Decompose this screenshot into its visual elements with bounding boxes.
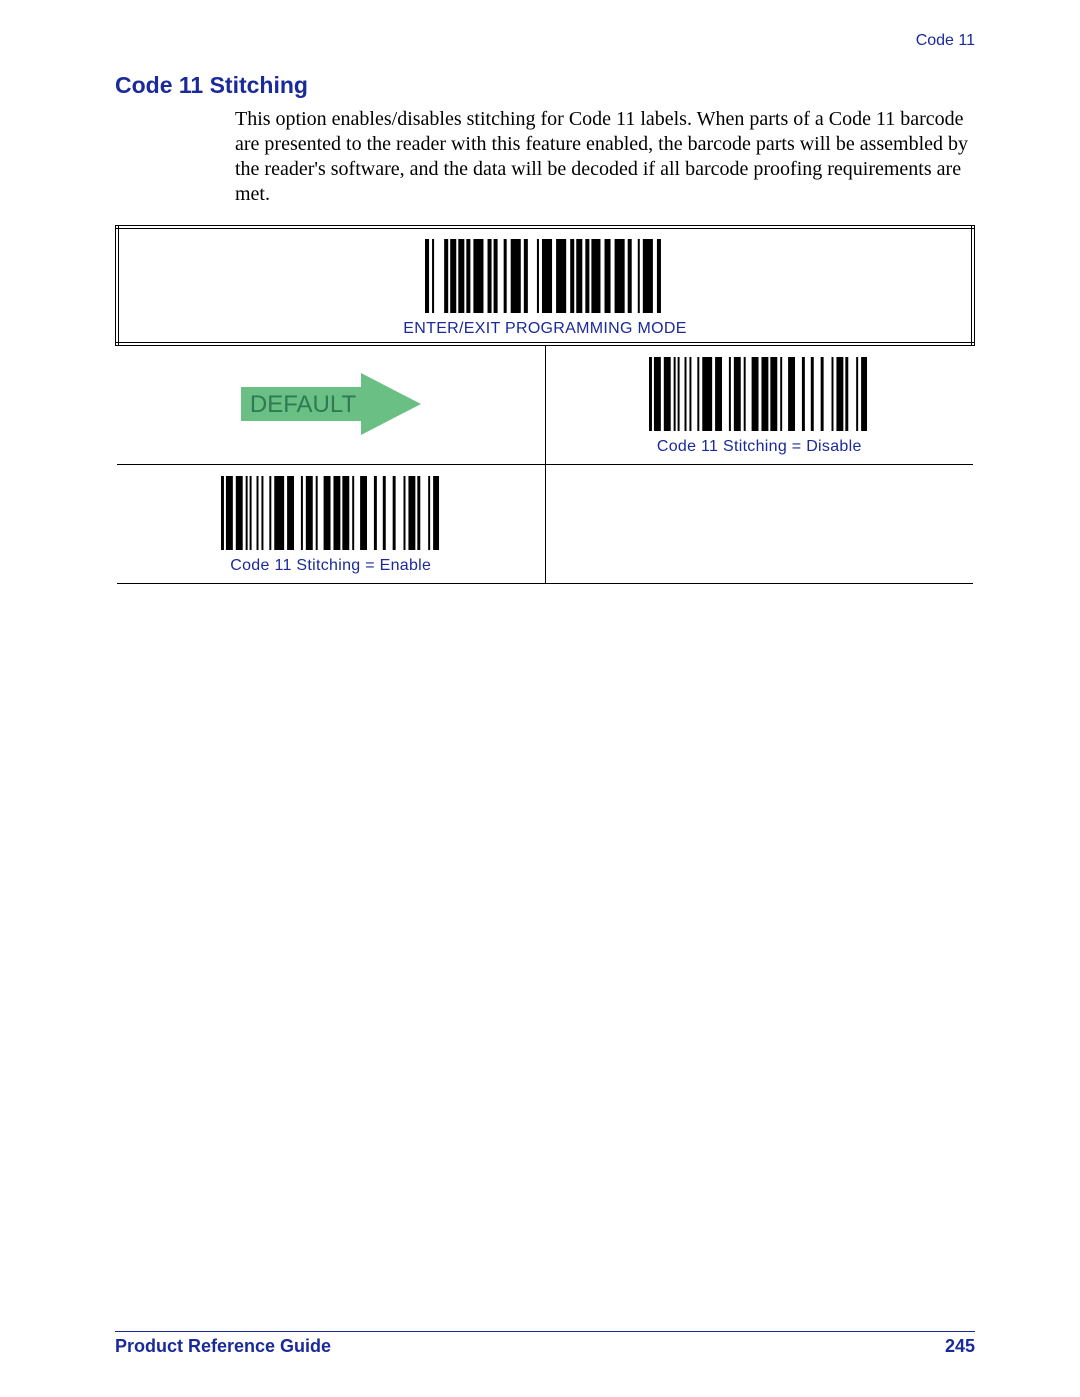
page-header-section: Code 11 bbox=[115, 32, 975, 50]
default-arrow-icon: DEFAULT bbox=[231, 369, 431, 439]
enter-exit-barcode: ENTER/EXIT PROGRAMMING MODE bbox=[403, 239, 686, 338]
enter-exit-caption: ENTER/EXIT PROGRAMMING MODE bbox=[403, 320, 686, 338]
default-label: DEFAULT bbox=[250, 391, 357, 418]
barcode-icon bbox=[425, 239, 665, 313]
disable-cell: Code 11 Stitching = Disable bbox=[545, 344, 973, 465]
footer-page-number: 245 bbox=[945, 1336, 975, 1357]
section-heading: Code 11 Stitching bbox=[115, 72, 975, 99]
disable-caption: Code 11 Stitching = Disable bbox=[649, 438, 869, 456]
footer-guide: Product Reference Guide bbox=[115, 1336, 331, 1357]
programming-table: ENTER/EXIT PROGRAMMING MODE DEFAULT Code… bbox=[115, 225, 975, 584]
enter-exit-cell: ENTER/EXIT PROGRAMMING MODE bbox=[117, 227, 973, 344]
disable-barcode: Code 11 Stitching = Disable bbox=[649, 357, 869, 456]
empty-cell bbox=[545, 465, 973, 584]
barcode-icon bbox=[649, 357, 869, 431]
page-footer: Product Reference Guide 245 bbox=[115, 1331, 975, 1357]
section-body: This option enables/disables stitching f… bbox=[235, 107, 975, 207]
default-cell: DEFAULT bbox=[117, 344, 545, 465]
enable-barcode: Code 11 Stitching = Enable bbox=[221, 476, 441, 575]
enable-cell: Code 11 Stitching = Enable bbox=[117, 465, 545, 584]
enable-caption: Code 11 Stitching = Enable bbox=[221, 557, 441, 575]
barcode-icon bbox=[221, 476, 441, 550]
